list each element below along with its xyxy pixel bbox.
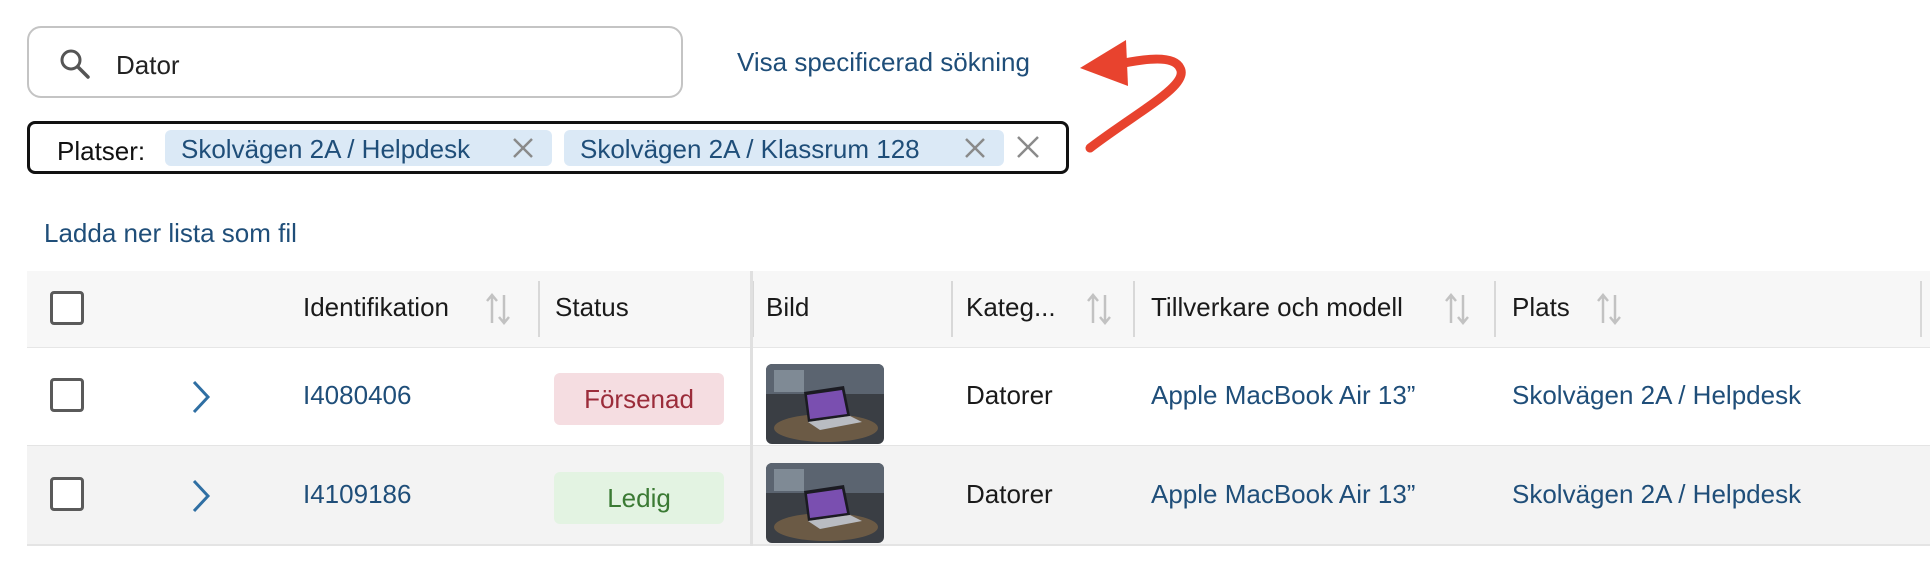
column-divider xyxy=(1920,281,1922,337)
category-cell: Datorer xyxy=(966,479,1053,509)
clear-filter-icon[interactable] xyxy=(1016,135,1040,159)
asset-id-link[interactable]: I4080406 xyxy=(303,380,411,411)
row-checkbox[interactable] xyxy=(50,378,84,412)
column-header-image: Bild xyxy=(766,292,810,322)
remove-chip-icon[interactable] xyxy=(964,137,986,159)
chip-label: Skolvägen 2A / Klassrum 128 xyxy=(580,134,920,164)
remove-chip-icon[interactable] xyxy=(512,137,534,159)
column-header-identification[interactable]: Identifikation xyxy=(303,292,449,323)
chevron-right-icon[interactable] xyxy=(190,379,212,415)
filter-chip-helpdesk: Skolvägen 2A / Helpdesk xyxy=(165,130,552,166)
column-header-status: Status xyxy=(555,292,629,322)
download-list-link[interactable]: Ladda ner lista som fil xyxy=(44,218,297,249)
table-header: Identifikation Status Bild Kateg... Till… xyxy=(27,271,1930,348)
sort-icon[interactable] xyxy=(1085,291,1113,327)
laptop-thumbnail[interactable] xyxy=(766,463,884,543)
chip-label: Skolvägen 2A / Helpdesk xyxy=(181,134,471,164)
status-badge: Ledig xyxy=(554,472,724,524)
column-header-manufacturer-model[interactable]: Tillverkare och modell xyxy=(1151,292,1403,323)
category-cell: Datorer xyxy=(966,380,1053,410)
row-checkbox[interactable] xyxy=(50,477,84,511)
sort-icon[interactable] xyxy=(1443,291,1471,327)
model-link[interactable]: Apple MacBook Air 13” xyxy=(1151,380,1415,411)
location-filter: Platser: Skolvägen 2A / Helpdesk Skolväg… xyxy=(27,121,1069,174)
results-table: Identifikation Status Bild Kateg... Till… xyxy=(27,271,1930,546)
column-header-location[interactable]: Plats xyxy=(1512,292,1570,323)
column-divider xyxy=(538,281,540,337)
advanced-search-link[interactable]: Visa specificerad sökning xyxy=(737,47,1030,78)
sort-icon[interactable] xyxy=(1595,291,1623,327)
select-all-checkbox[interactable] xyxy=(50,291,84,325)
search-value: Dator xyxy=(116,50,180,80)
location-link[interactable]: Skolvägen 2A / Helpdesk xyxy=(1512,479,1801,510)
table-row: I4080406 Försenad Datorer Apple MacBook … xyxy=(27,347,1930,447)
annotation-arrow-icon xyxy=(1080,40,1186,153)
laptop-thumbnail[interactable] xyxy=(766,364,884,444)
filter-chip-klassrum: Skolvägen 2A / Klassrum 128 xyxy=(564,130,1004,166)
column-divider xyxy=(951,281,953,337)
asset-id-link[interactable]: I4109186 xyxy=(303,479,411,510)
frozen-column-divider xyxy=(750,271,753,546)
model-link[interactable]: Apple MacBook Air 13” xyxy=(1151,479,1415,510)
search-icon xyxy=(60,49,90,79)
sort-icon[interactable] xyxy=(484,291,512,327)
column-divider xyxy=(1133,281,1135,337)
search-input[interactable]: Dator xyxy=(27,26,683,98)
table-row: I4109186 Ledig Datorer Apple MacBook Air… xyxy=(27,446,1930,546)
location-link[interactable]: Skolvägen 2A / Helpdesk xyxy=(1512,380,1801,411)
column-header-category[interactable]: Kateg... xyxy=(966,292,1056,323)
column-divider xyxy=(1494,281,1496,337)
filter-label: Platser: xyxy=(57,136,146,166)
status-badge: Försenad xyxy=(554,373,724,425)
chevron-right-icon[interactable] xyxy=(190,478,212,514)
